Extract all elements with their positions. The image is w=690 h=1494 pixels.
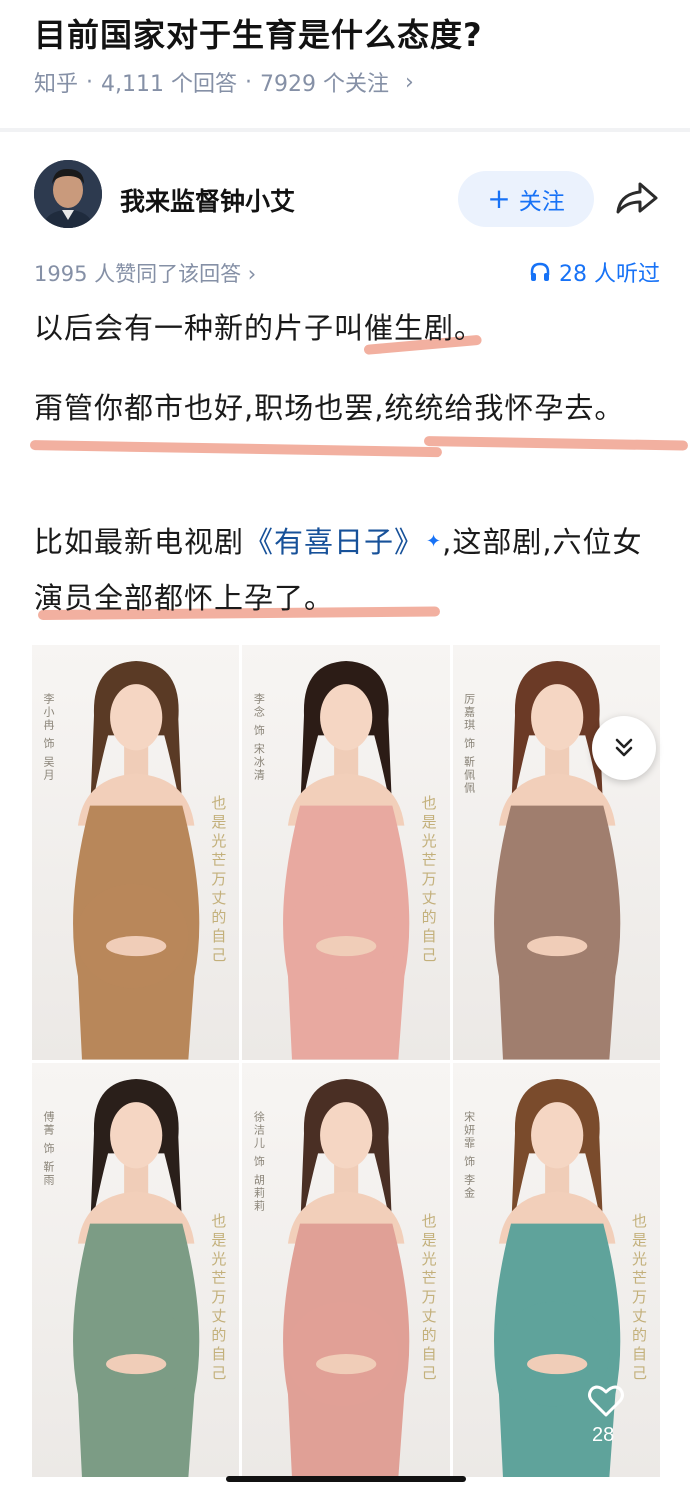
author-avatar[interactable] bbox=[34, 160, 102, 228]
source-label: 知乎 bbox=[34, 72, 79, 97]
highlight-stroke bbox=[29, 440, 443, 458]
listen-label: 28 人听过 bbox=[559, 262, 660, 287]
expand-button[interactable] bbox=[592, 716, 656, 780]
actress-poster[interactable]: 傅菁 饰 靳雨也是光芒万丈的自己 bbox=[32, 1062, 240, 1477]
sparkle-icon: ✦ bbox=[426, 531, 443, 552]
follower-count: 7929 个关注 bbox=[260, 72, 389, 97]
drama-title-link[interactable]: 《有喜日子》 bbox=[244, 525, 424, 559]
meta-separator: · bbox=[245, 69, 252, 95]
plus-icon: + bbox=[487, 182, 511, 215]
actress-credit: 傅菁 饰 靳雨 bbox=[42, 1110, 55, 1187]
paragraph-text: 比如最新电视剧 bbox=[34, 525, 245, 559]
meta-separator: · bbox=[86, 69, 94, 95]
headphones-icon bbox=[530, 262, 550, 281]
question-meta[interactable]: 知乎 · 4,111 个回答 · 7929 个关注 › bbox=[34, 66, 414, 98]
chevron-right-icon: › bbox=[404, 69, 414, 95]
listen-count[interactable]: 28 人听过 bbox=[529, 256, 660, 288]
actress-poster[interactable]: 厉嘉琪 饰 靳佩佩 bbox=[452, 645, 660, 1060]
actress-credit: 李小冉 饰 吴月 bbox=[42, 693, 55, 782]
actress-credit: 宋妍霏 饰 李金 bbox=[462, 1110, 476, 1200]
home-indicator[interactable] bbox=[226, 1476, 466, 1482]
share-icon[interactable] bbox=[612, 178, 662, 218]
highlight-stroke bbox=[423, 436, 689, 451]
poster-slogan: 也是光芒万丈的自己 bbox=[419, 795, 438, 966]
poster-slogan: 也是光芒万丈的自己 bbox=[629, 1212, 648, 1384]
question-title[interactable]: 目前国家对于生育是什么态度? bbox=[34, 10, 483, 56]
answer-paragraph-2: 甭管你都市也好,职场也罢,统统给我怀孕去。 bbox=[34, 391, 625, 425]
actress-poster[interactable]: 徐洁儿 饰 胡莉莉也是光芒万丈的自己 bbox=[242, 1062, 450, 1477]
actress-credit: 厉嘉琪 饰 靳佩佩 bbox=[462, 693, 476, 795]
answer-paragraph-1: 以后会有一种新的片子叫催生剧。 bbox=[34, 311, 485, 345]
actress-poster[interactable]: 李念 饰 宋冰清也是光芒万丈的自己 bbox=[242, 645, 450, 1060]
poster-slogan: 也是光芒万丈的自己 bbox=[419, 1212, 438, 1384]
avatar-portrait bbox=[34, 160, 102, 228]
actress-poster[interactable]: 宋妍霏 饰 李金也是光芒万丈的自己 bbox=[452, 1062, 660, 1477]
poster-slogan: 也是光芒万丈的自己 bbox=[209, 1212, 228, 1384]
upvote-count[interactable]: 1995 人赞同了该回答 › bbox=[34, 258, 256, 288]
author-name[interactable]: 我来监督钟小艾 bbox=[120, 182, 295, 218]
heart-icon[interactable] bbox=[586, 1380, 626, 1420]
like-count: 28 bbox=[592, 1424, 615, 1446]
actress-credit: 李念 饰 宋冰清 bbox=[252, 693, 266, 782]
section-divider bbox=[0, 128, 690, 132]
follow-button[interactable]: + 关注 bbox=[458, 171, 594, 227]
actress-figure bbox=[493, 661, 620, 1060]
answer-paragraph-3: 比如最新电视剧《有喜日子》 ✦,这部剧,六位女演员全部都怀上孕了。 bbox=[34, 514, 660, 626]
poster-image-grid[interactable]: 李小冉 饰 吴月 也是光芒万丈的自己 李念 饰 宋冰清 也是光芒万丈的自己 厉嘉琪 饰 … bbox=[32, 645, 660, 1477]
actress-poster[interactable]: 李小冉 饰 吴月也是光芒万丈的自己 bbox=[32, 645, 240, 1060]
actress-credit: 徐洁儿 饰 胡莉莉 bbox=[252, 1110, 266, 1213]
chevron-double-down-icon bbox=[615, 738, 633, 757]
poster-slogan: 也是光芒万丈的自己 bbox=[209, 795, 228, 966]
follow-label: 关注 bbox=[518, 189, 565, 215]
answer-count: 4,111 个回答 bbox=[101, 72, 237, 97]
